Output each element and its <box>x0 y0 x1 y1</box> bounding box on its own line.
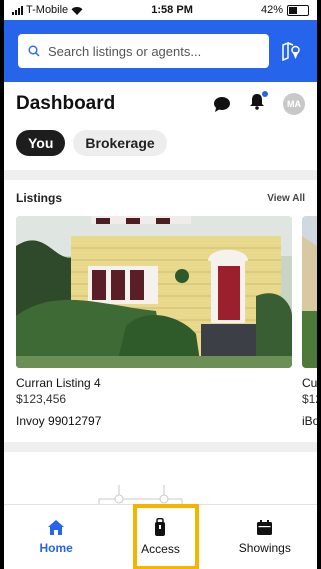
status-left: T-Mobile <box>12 4 83 16</box>
notification-dot <box>262 91 268 97</box>
listings-header: Listings View All <box>4 180 317 216</box>
clock: 1:58 PM <box>151 4 193 16</box>
app-screen: T-Mobile 1:58 PM 42% Dashboard MA Yo <box>4 0 317 569</box>
map-pin-icon <box>282 41 300 61</box>
house-icon <box>48 519 65 535</box>
notifications-button[interactable] <box>249 91 268 115</box>
tab-you[interactable]: You <box>16 130 66 156</box>
search-icon <box>28 45 40 57</box>
listing-name: Cur <box>302 376 317 390</box>
nav-showings[interactable]: Showings <box>213 505 317 569</box>
wifi-icon <box>71 6 83 15</box>
chat-icon[interactable] <box>213 96 231 113</box>
listing-office: iBo <box>302 414 317 428</box>
view-all-link[interactable]: View All <box>267 193 305 204</box>
listing-name: Curran Listing 4 <box>16 376 101 390</box>
house-photo-image <box>16 216 292 368</box>
map-button[interactable] <box>279 39 303 63</box>
listing-card[interactable]: Curran Listing 4 $123,456 Invoy 99012797 <box>16 216 292 428</box>
tab-brokerage[interactable]: Brokerage <box>73 130 167 156</box>
page-title: Dashboard <box>16 93 116 114</box>
nav-home-label: Home <box>39 540 73 555</box>
listing-photo <box>16 216 292 368</box>
listing-card[interactable]: Cur $12 iBo <box>302 216 317 428</box>
house-photo-image <box>302 216 317 368</box>
dashboard-row: Dashboard MA <box>4 82 317 126</box>
status-bar: T-Mobile 1:58 PM 42% <box>4 0 317 20</box>
signal-icon <box>12 5 23 15</box>
app-header <box>4 20 317 82</box>
nav-showings-label: Showings <box>238 540 291 555</box>
calendar-icon <box>257 519 273 535</box>
battery-percent: 42% <box>260 4 283 16</box>
dashboard-actions: MA <box>213 91 305 115</box>
section-divider <box>4 170 317 180</box>
listings-carousel[interactable]: Curran Listing 4 $123,456 Invoy 99012797… <box>4 216 317 428</box>
battery-icon <box>286 4 309 16</box>
section-divider <box>4 442 317 452</box>
listings-title: Listings <box>16 191 63 205</box>
listing-office: Invoy 99012797 <box>16 414 102 428</box>
bottom-nav: Home Access Showings <box>4 504 317 569</box>
carrier-label: T-Mobile <box>26 4 69 16</box>
listing-price: $123,456 <box>16 392 67 406</box>
search-bar[interactable] <box>18 34 269 68</box>
avatar[interactable]: MA <box>283 93 305 115</box>
listing-photo <box>302 216 317 368</box>
scope-tabs: You Brokerage <box>4 126 317 156</box>
listing-price: $12 <box>302 392 317 406</box>
battery-status: 42% <box>261 4 309 16</box>
search-input[interactable] <box>46 42 259 60</box>
access-highlight-box <box>133 504 199 569</box>
nav-home[interactable]: Home <box>4 505 108 569</box>
